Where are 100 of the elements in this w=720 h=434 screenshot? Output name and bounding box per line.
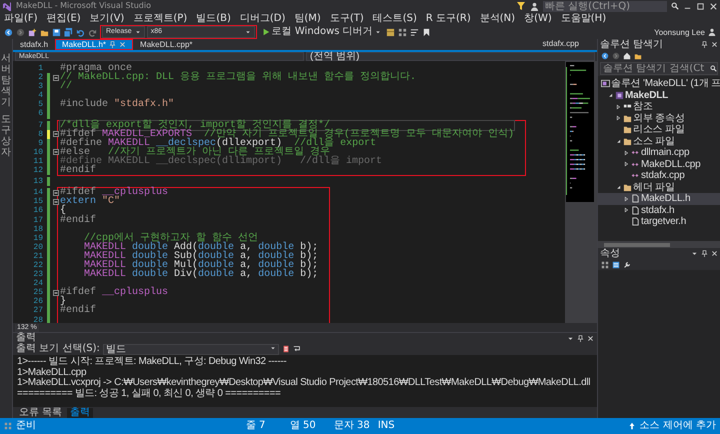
output-source-dropdown[interactable]: 빌드 xyxy=(102,344,279,354)
menu-item[interactable]: 분석(N) xyxy=(480,12,516,25)
list-icon[interactable] xyxy=(410,28,419,36)
line-number: 10 xyxy=(32,148,43,157)
side-tab[interactable]: 서버 탐색기 xyxy=(1,53,11,108)
tree-item[interactable]: 참조 xyxy=(598,101,720,112)
tree-item[interactable]: targetver.h xyxy=(598,216,720,228)
tree-item[interactable]: stdafx.cpp xyxy=(598,170,720,182)
expand-arrow-icon[interactable] xyxy=(624,150,630,156)
tree-item[interactable]: dllmain.cpp xyxy=(598,147,720,158)
search-icon[interactable] xyxy=(710,65,717,72)
window-title: MakeDLL - Microsoft Visual Studio xyxy=(16,0,152,12)
menu-item[interactable]: 빌드(B) xyxy=(196,12,231,25)
categorized-icon[interactable] xyxy=(601,260,609,268)
expand-arrow-icon[interactable] xyxy=(624,161,630,168)
save-icon[interactable] xyxy=(52,28,61,36)
side-tab[interactable]: 도구 상자 xyxy=(1,114,11,158)
undo-icon[interactable] xyxy=(76,28,85,36)
feedback-person-icon[interactable] xyxy=(530,2,539,10)
expand-arrow-icon[interactable] xyxy=(616,115,622,122)
scope-dropdown[interactable]: (전역 범위) xyxy=(306,52,595,61)
pin-icon[interactable] xyxy=(701,41,708,48)
tree-item[interactable]: stdafx.h xyxy=(598,204,720,216)
collapse-icon[interactable] xyxy=(53,290,59,296)
menu-item[interactable]: R 도구(R) xyxy=(426,12,471,25)
account-icon[interactable] xyxy=(708,28,716,36)
save-all-icon[interactable] xyxy=(64,28,73,36)
menu-item[interactable]: 창(W) xyxy=(524,12,552,25)
document-tab[interactable]: stdafx.cpp xyxy=(536,39,597,50)
source-control-button[interactable]: 소스 제어에 추가 xyxy=(640,418,716,434)
line-number: 28 xyxy=(32,316,43,323)
scrollbar-thumb[interactable] xyxy=(604,242,670,246)
caret-icon xyxy=(270,344,276,350)
start-debugger-button[interactable]: 로컬 Windows 디버거 xyxy=(260,26,383,38)
menu-item[interactable]: 프로젝트(P) xyxy=(133,12,188,25)
close-icon[interactable] xyxy=(711,41,718,48)
tree-item[interactable]: 리소스 파일 xyxy=(598,124,720,136)
menu-item[interactable]: 파일(F) xyxy=(4,12,38,25)
panel-tab[interactable]: 출력 xyxy=(67,408,94,418)
collapse-icon[interactable] xyxy=(53,198,59,205)
menu-item[interactable]: 편집(E) xyxy=(46,12,81,25)
user-name[interactable]: Yoonsung Lee xyxy=(654,28,705,36)
line-number: 1 xyxy=(37,64,43,74)
tree-item[interactable]: MakeDLL xyxy=(598,90,720,101)
package-icon[interactable] xyxy=(386,28,395,36)
quick-launch-field[interactable]: 빠른 실행(Ctrl+Q) xyxy=(543,0,667,12)
collapse-arrow-icon[interactable] xyxy=(608,92,614,98)
caret-icon[interactable] xyxy=(691,250,698,257)
wrench-icon[interactable] xyxy=(623,260,631,268)
tree-item[interactable]: 외부 종속성 xyxy=(598,112,720,124)
tree-item[interactable]: 헤더 파일 xyxy=(598,182,720,193)
word-wrap-icon[interactable] xyxy=(292,345,301,353)
line-number: 18 xyxy=(32,224,43,234)
menu-item[interactable]: 도움말(H) xyxy=(560,12,606,25)
expand-arrow-icon[interactable] xyxy=(624,207,630,214)
menu-item[interactable]: 보기(V) xyxy=(90,12,124,25)
forward-icon[interactable] xyxy=(16,28,25,36)
tree-item[interactable]: 솔루션 'MakeDLL' (1개 프 xyxy=(598,78,720,90)
forward-icon[interactable] xyxy=(612,52,620,60)
menu-item[interactable]: 팀(M) xyxy=(294,12,321,25)
search-field[interactable]: 솔루션 탐색기 검색(Ct xyxy=(600,62,718,75)
close-icon[interactable] xyxy=(709,2,718,10)
new-project-icon[interactable] xyxy=(28,28,37,36)
panel-tab[interactable]: 오류 목록 xyxy=(16,408,66,418)
expand-arrow-icon[interactable] xyxy=(616,104,622,110)
tree-item[interactable]: MakeDLL.h xyxy=(598,193,720,204)
open-folder-icon[interactable] xyxy=(40,28,49,36)
close-icon[interactable] xyxy=(587,334,594,342)
collapse-icon[interactable] xyxy=(53,149,59,156)
collapse-icon[interactable] xyxy=(53,74,59,81)
line-number: 7 xyxy=(37,120,43,130)
menu-item[interactable]: 도구(T) xyxy=(330,12,364,25)
menu-item[interactable]: 디버그(D) xyxy=(240,12,286,25)
status-text: 문자 38 xyxy=(334,419,371,433)
tree-item[interactable]: 소스 파일 xyxy=(598,136,720,147)
bookmark-icon[interactable] xyxy=(422,28,431,36)
menu-item[interactable]: 테스트(S) xyxy=(372,12,417,25)
line-number: 6 xyxy=(37,109,43,119)
back-icon[interactable] xyxy=(4,28,13,36)
expand-arrow-icon[interactable] xyxy=(624,196,630,202)
close-icon[interactable] xyxy=(711,250,718,257)
redo-icon[interactable] xyxy=(88,28,97,36)
layout-icon[interactable] xyxy=(398,28,407,36)
collapse-arrow-icon[interactable] xyxy=(616,184,622,190)
caret-icon xyxy=(134,29,141,35)
clear-all-icon[interactable] xyxy=(282,345,290,353)
collapse-icon[interactable] xyxy=(53,131,59,138)
maximize-icon[interactable] xyxy=(696,2,705,10)
tree-item[interactable]: MakeDLL.cpp xyxy=(598,158,720,170)
pin-icon[interactable] xyxy=(701,250,708,257)
search-icon[interactable] xyxy=(671,2,679,10)
document-tab[interactable]: MakeDLL.cpp* xyxy=(133,39,200,50)
collapse-arrow-icon[interactable] xyxy=(616,138,622,144)
code-line: #endif xyxy=(59,165,98,176)
collapse-icon[interactable] xyxy=(53,190,59,196)
document-tab[interactable]: MakeDLL.h* xyxy=(55,39,134,50)
pin-icon[interactable] xyxy=(577,334,584,342)
document-tab[interactable]: stdafx.h xyxy=(13,39,56,50)
back-icon[interactable] xyxy=(601,52,609,60)
line-number: 20 xyxy=(32,242,43,252)
